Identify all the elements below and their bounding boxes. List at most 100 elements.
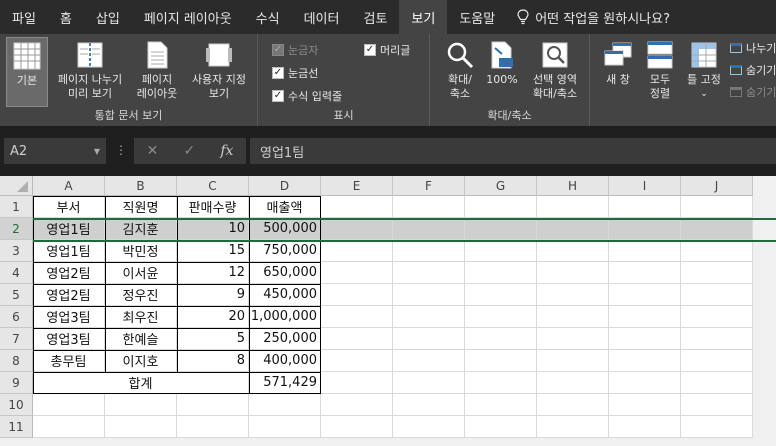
column-header[interactable]: F (393, 176, 465, 196)
cell[interactable]: 영업3팀 (33, 306, 105, 328)
cell[interactable]: 450,000 (249, 284, 321, 306)
normal-view-button[interactable]: 기본 (6, 37, 48, 107)
tab-formulas[interactable]: 수식 (244, 0, 292, 34)
cell[interactable] (609, 350, 681, 372)
cell[interactable] (537, 372, 609, 394)
cell[interactable] (321, 284, 393, 306)
cell[interactable] (609, 306, 681, 328)
cell[interactable]: 500,000 (249, 218, 321, 240)
tab-page-layout[interactable]: 페이지 레이아웃 (132, 0, 244, 34)
cell[interactable]: 5 (177, 328, 249, 350)
cell[interactable]: 400,000 (249, 350, 321, 372)
cell[interactable]: 김지훈 (105, 218, 177, 240)
cell[interactable]: 이지호 (105, 350, 177, 372)
cell[interactable]: 9 (177, 284, 249, 306)
cell[interactable]: 20 (177, 306, 249, 328)
tab-view[interactable]: 보기 (399, 0, 448, 34)
cell[interactable] (465, 284, 537, 306)
cell[interactable]: 250,000 (249, 328, 321, 350)
cell[interactable]: 영업2팀 (33, 284, 105, 306)
cell[interactable] (465, 416, 537, 438)
zoom-100-button[interactable]: 100% (482, 40, 522, 87)
row-header[interactable]: 5 (0, 284, 33, 306)
arrange-all-button[interactable]: 모두 정렬 (640, 40, 680, 101)
cell[interactable] (33, 416, 105, 438)
cell[interactable] (681, 328, 753, 350)
column-header[interactable]: H (537, 176, 609, 196)
cell[interactable] (393, 350, 465, 372)
page-layout-view-button[interactable]: 페이지 레이아웃 (132, 40, 182, 101)
custom-views-button[interactable]: 사용자 지정 보기 (184, 40, 254, 101)
freeze-panes-button[interactable]: 틀 고정 ⌄ (682, 40, 726, 101)
cell[interactable] (537, 416, 609, 438)
cell[interactable] (321, 350, 393, 372)
column-header[interactable]: J (681, 176, 753, 196)
tab-insert[interactable]: 삽입 (84, 0, 132, 34)
cell[interactable] (609, 218, 681, 240)
zoom-to-selection-button[interactable]: 선택 영역 확대/축소 (524, 40, 586, 101)
cell[interactable] (321, 306, 393, 328)
new-window-button[interactable]: 새 창 (596, 40, 640, 87)
zoom-button[interactable]: 확대/ 축소 (438, 40, 482, 101)
dropdown-arrow-icon[interactable]: ▼ (94, 147, 100, 156)
headings-checkbox[interactable]: ✓ 머리글 (364, 42, 410, 58)
cell[interactable] (465, 196, 537, 218)
cell[interactable] (537, 218, 609, 240)
page-break-preview-button[interactable]: 페이지 나누기 미리 보기 (50, 40, 130, 101)
column-header[interactable]: I (609, 176, 681, 196)
cell[interactable] (321, 328, 393, 350)
cell[interactable] (393, 416, 465, 438)
cell[interactable]: 10 (177, 218, 249, 240)
cell[interactable] (393, 328, 465, 350)
cell[interactable]: 571,429 (249, 372, 321, 394)
gridlines-checkbox[interactable]: ✓ 눈금선 (272, 65, 318, 81)
cell[interactable] (681, 262, 753, 284)
name-box[interactable]: A2 ▼ (4, 138, 106, 164)
formula-bar-checkbox[interactable]: ✓ 수식 입력줄 (272, 88, 342, 104)
cell[interactable] (393, 262, 465, 284)
cell[interactable]: 영업1팀 (33, 240, 105, 262)
cell[interactable] (33, 394, 105, 416)
cell[interactable]: 12 (177, 262, 249, 284)
cell[interactable]: 정우진 (105, 284, 177, 306)
unhide-button[interactable]: 숨기기 취소 (730, 84, 776, 100)
column-header[interactable]: E (321, 176, 393, 196)
cell[interactable]: 8 (177, 350, 249, 372)
cell[interactable] (537, 262, 609, 284)
row-header[interactable]: 8 (0, 350, 33, 372)
cell[interactable] (321, 240, 393, 262)
cell[interactable] (537, 350, 609, 372)
cell[interactable] (105, 394, 177, 416)
cell[interactable] (465, 328, 537, 350)
cell[interactable] (393, 218, 465, 240)
cell[interactable] (609, 328, 681, 350)
cell[interactable] (609, 416, 681, 438)
cell[interactable] (177, 394, 249, 416)
split-button[interactable]: 나누기 (730, 40, 776, 56)
tab-help[interactable]: 도움말 (447, 0, 507, 34)
cell[interactable] (609, 240, 681, 262)
cell[interactable] (465, 372, 537, 394)
cell[interactable]: 750,000 (249, 240, 321, 262)
cell[interactable] (681, 350, 753, 372)
row-header[interactable]: 4 (0, 262, 33, 284)
cell[interactable] (681, 416, 753, 438)
row-header[interactable]: 11 (0, 416, 33, 438)
cell[interactable] (609, 262, 681, 284)
cell[interactable] (321, 394, 393, 416)
cell[interactable] (321, 372, 393, 394)
cell[interactable]: 판매수량 (177, 196, 249, 218)
cell[interactable] (177, 416, 249, 438)
cell[interactable]: 매출액 (249, 196, 321, 218)
cell[interactable] (681, 306, 753, 328)
cell[interactable] (393, 372, 465, 394)
cancel-icon[interactable]: ✕ (147, 143, 159, 159)
row-header[interactable]: 2 (0, 218, 33, 240)
cell[interactable]: 박민정 (105, 240, 177, 262)
cell[interactable] (681, 372, 753, 394)
cell[interactable] (609, 196, 681, 218)
cell[interactable] (609, 372, 681, 394)
cell[interactable] (393, 240, 465, 262)
cell[interactable] (537, 328, 609, 350)
cell[interactable] (681, 284, 753, 306)
